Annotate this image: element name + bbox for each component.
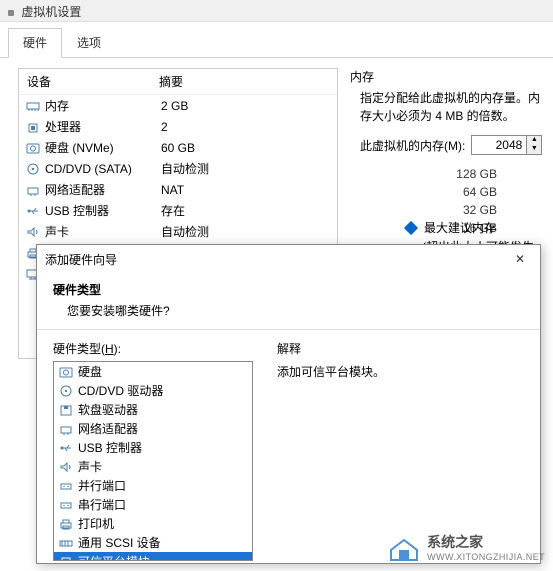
watermark-line1: 系统之家 — [427, 532, 545, 552]
printer-icon — [58, 517, 74, 531]
hardware-type-item[interactable]: CD/DVD 驱动器 — [54, 381, 252, 400]
hardware-type-item[interactable]: 打印机 — [54, 514, 252, 533]
hw-row-name: 声卡 — [45, 223, 161, 240]
hardware-type-item[interactable]: USB 控制器 — [54, 438, 252, 457]
cpu-icon — [25, 120, 41, 134]
serial-icon — [58, 498, 74, 512]
hardware-type-label: 硬件类型(H): — [53, 340, 253, 357]
hw-row-summary: 60 GB — [161, 141, 337, 155]
hardware-type-item-label: 软盘驱动器 — [78, 401, 138, 418]
hardware-type-item-label: 声卡 — [78, 458, 102, 475]
hw-row-summary: 自动检测 — [161, 223, 337, 240]
memory-icon — [25, 99, 41, 113]
hardware-type-item[interactable]: 并行端口 — [54, 476, 252, 495]
close-button[interactable]: ✕ — [508, 249, 532, 269]
hardware-type-item-label: 打印机 — [78, 515, 114, 532]
hw-row-summary: NAT — [161, 183, 337, 197]
usb-icon — [25, 204, 41, 218]
hw-row-name: 硬盘 (NVMe) — [45, 139, 161, 156]
watermark-line2: WWW.XITONGZHIJIA.NET — [427, 552, 545, 562]
hw-row-name: 内存 — [45, 97, 161, 114]
tpm-icon — [58, 555, 74, 562]
close-icon: ✕ — [515, 252, 525, 266]
network-icon — [25, 183, 41, 197]
tab-hardware[interactable]: 硬件 — [8, 28, 62, 58]
network-icon — [58, 422, 74, 436]
hardware-type-item-label: 通用 SCSI 设备 — [78, 534, 161, 551]
cd-icon — [25, 162, 41, 176]
hw-row[interactable]: 声卡自动检测 — [19, 221, 337, 242]
col-summary: 摘要 — [159, 73, 337, 90]
window-icon — [8, 10, 14, 16]
hw-row[interactable]: 网络适配器NAT — [19, 179, 337, 200]
hw-row-summary: 2 GB — [161, 99, 337, 113]
disk-icon — [25, 141, 41, 155]
watermark: 系统之家 WWW.XITONGZHIJIA.NET — [387, 532, 545, 562]
memory-marker-icon — [404, 220, 418, 234]
hw-row-name: USB 控制器 — [45, 202, 161, 219]
tab-options[interactable]: 选项 — [62, 28, 116, 57]
memory-tick: 64 GB — [382, 183, 543, 201]
memory-marker-max: 最大建议内存 — [424, 219, 496, 236]
hardware-type-item[interactable]: 通用 SCSI 设备 — [54, 533, 252, 552]
hardware-type-item-label: 并行端口 — [78, 477, 126, 494]
hw-row-summary: 存在 — [161, 202, 337, 219]
hardware-type-item-label: 网络适配器 — [78, 420, 138, 437]
hw-row[interactable]: CD/DVD (SATA)自动检测 — [19, 158, 337, 179]
window-title: 虚拟机设置 — [21, 5, 81, 19]
hardware-type-item-label: 硬盘 — [78, 363, 102, 380]
explain-text: 添加可信平台模块。 — [277, 363, 385, 380]
explain-label: 解释 — [277, 340, 385, 357]
memory-tick: 128 GB — [382, 165, 543, 183]
memory-field-label: 此虚拟机的内存(M): — [360, 137, 465, 154]
memory-tick: 32 GB — [382, 201, 543, 219]
hw-row[interactable]: USB 控制器存在 — [19, 200, 337, 221]
col-device: 设备 — [19, 73, 159, 90]
sound-icon — [58, 460, 74, 474]
hw-row-name: CD/DVD (SATA) — [45, 162, 161, 176]
memory-input[interactable] — [471, 135, 527, 155]
wizard-subheading: 您要安装哪类硬件? — [67, 302, 524, 319]
hardware-type-item[interactable]: 可信平台模块 — [54, 552, 252, 561]
hardware-type-item[interactable]: 硬盘 — [54, 362, 252, 381]
hw-row-summary: 自动检测 — [161, 160, 337, 177]
hardware-type-item-label: 串行端口 — [78, 496, 126, 513]
memory-description: 指定分配给此虚拟机的内存量。内存大小必须为 4 MB 的倍数。 — [360, 89, 543, 125]
hw-row-summary: 2 — [161, 120, 337, 134]
hw-row[interactable]: 内存2 GB — [19, 95, 337, 116]
tab-strip: 硬件 选项 — [0, 22, 553, 58]
hardware-type-item-label: CD/DVD 驱动器 — [78, 382, 163, 399]
watermark-icon — [387, 532, 421, 562]
hardware-type-item[interactable]: 串行端口 — [54, 495, 252, 514]
hw-row-name: 网络适配器 — [45, 181, 161, 198]
hw-row-name: 处理器 — [45, 118, 161, 135]
hardware-type-item[interactable]: 软盘驱动器 — [54, 400, 252, 419]
hardware-type-list[interactable]: 硬盘 CD/DVD 驱动器软盘驱动器网络适配器 USB 控制器声卡并行端口串行端口打… — [53, 361, 253, 561]
hardware-type-item[interactable]: 网络适配器 — [54, 419, 252, 438]
hw-row[interactable]: 处理器2 — [19, 116, 337, 137]
memory-spinner[interactable]: ▲▼ — [527, 135, 542, 155]
disk-icon — [58, 365, 74, 379]
hardware-type-item-label: USB 控制器 — [78, 439, 142, 456]
parallel-icon — [58, 479, 74, 493]
hw-row[interactable]: 硬盘 (NVMe)60 GB — [19, 137, 337, 158]
scsi-icon — [58, 536, 74, 550]
hardware-type-item-label: 可信平台模块 — [78, 553, 150, 561]
memory-group-label: 内存 — [350, 68, 543, 85]
wizard-heading: 硬件类型 — [53, 281, 524, 298]
hardware-type-item[interactable]: 声卡 — [54, 457, 252, 476]
usb-icon — [58, 441, 74, 455]
cd-icon — [58, 384, 74, 398]
window-title-bar: 虚拟机设置 — [0, 0, 553, 22]
wizard-title: 添加硬件向导 — [45, 251, 117, 268]
add-hardware-wizard: 添加硬件向导 ✕ 硬件类型 您要安装哪类硬件? 硬件类型(H): 硬盘 CD/DV… — [36, 244, 541, 564]
sound-icon — [25, 225, 41, 239]
floppy-icon — [58, 403, 74, 417]
